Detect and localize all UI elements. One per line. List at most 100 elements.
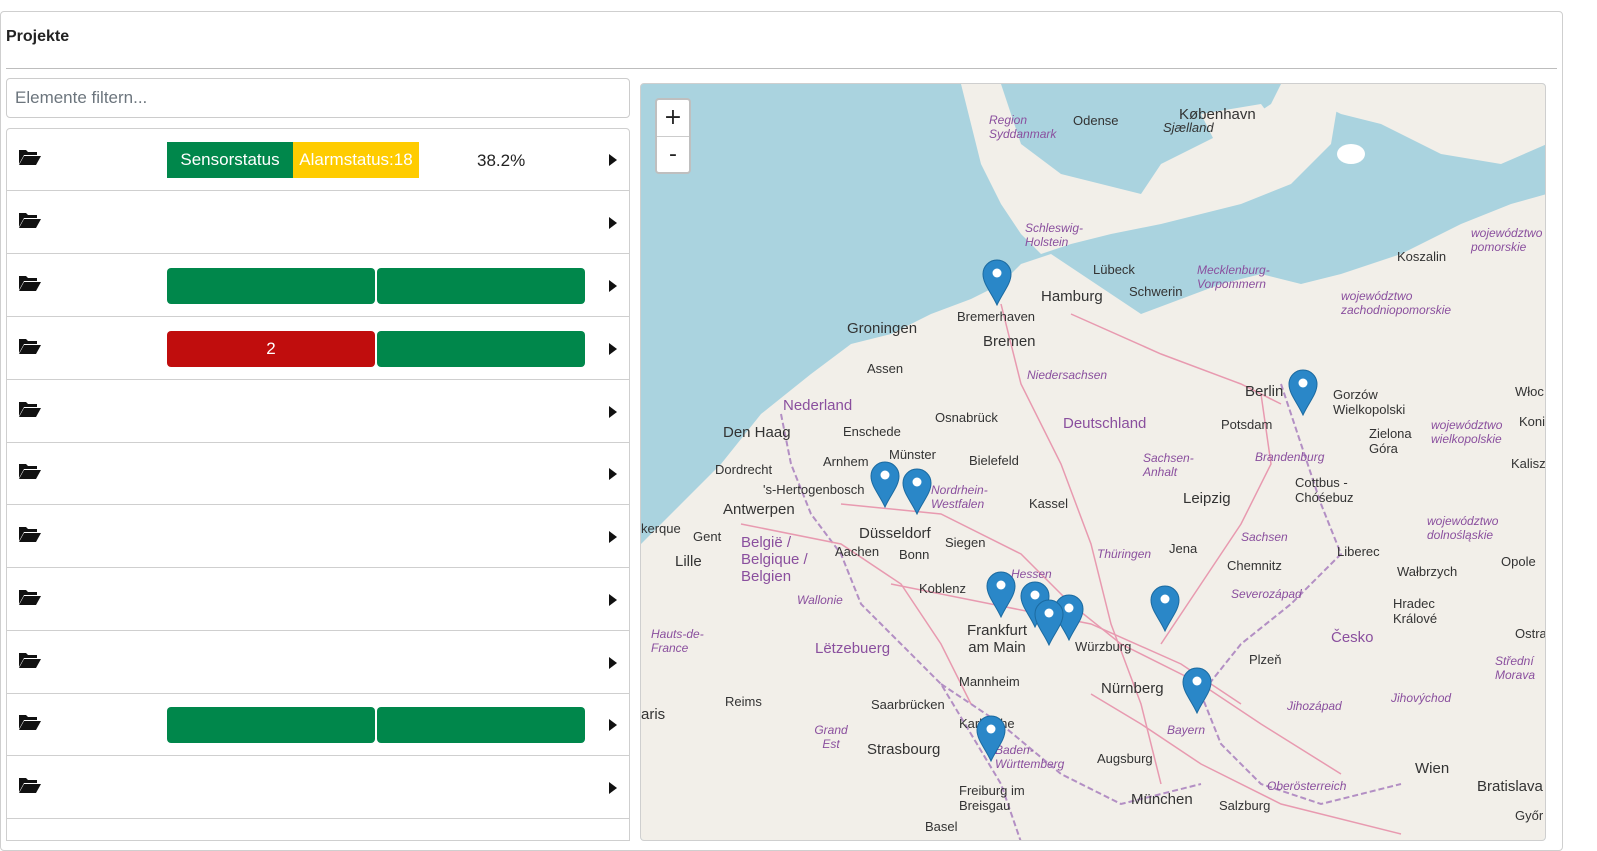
map-label: Arnhem xyxy=(823,454,869,469)
map-label: Region Syddanmark xyxy=(989,113,1057,141)
folder-open-icon xyxy=(19,715,41,730)
map-label: Severozápad xyxy=(1231,587,1302,601)
caret-right-icon xyxy=(609,594,617,606)
project-row[interactable] xyxy=(7,255,629,317)
project-row[interactable] xyxy=(7,694,629,756)
map-label: Assen xyxy=(867,361,904,376)
map-label: Česko xyxy=(1331,629,1374,646)
map-label: Strasbourg xyxy=(867,741,941,758)
map-label: Nordrhein-Westfalen xyxy=(931,483,988,511)
status-bar-right xyxy=(377,268,585,304)
project-row[interactable] xyxy=(7,757,629,819)
map-label: województwo dolnośląskie xyxy=(1427,514,1499,542)
map-label: Bratislava xyxy=(1477,778,1543,795)
map-marker-icon[interactable] xyxy=(981,258,1013,306)
map-label: Berlin xyxy=(1245,383,1284,400)
map-label: Schwerin xyxy=(1129,284,1183,299)
caret-right-icon xyxy=(609,280,617,292)
map-label: Freiburg im Breisgau xyxy=(959,783,1025,813)
map-base-layer xyxy=(641,84,1545,840)
map-label: Siegen xyxy=(945,535,986,550)
project-row[interactable] xyxy=(7,506,629,568)
map-label: Győr xyxy=(1515,808,1544,823)
caret-right-icon xyxy=(609,217,617,229)
map-marker-icon[interactable] xyxy=(869,460,901,508)
map-label: Grand Est xyxy=(814,723,848,751)
map-label: Bremen xyxy=(983,333,1036,350)
map-label: Kassel xyxy=(1029,496,1069,511)
map-label: Włoc xyxy=(1515,384,1544,399)
map-label: Plzeň xyxy=(1249,652,1282,667)
map-label: Sjælland xyxy=(1163,120,1214,135)
map-marker-icon[interactable] xyxy=(1287,368,1319,416)
project-row[interactable] xyxy=(7,632,629,694)
alarm-count-bar: 2 xyxy=(167,331,375,367)
map-label: België / Belgique / Belgien xyxy=(741,534,808,585)
map-label: Odense xyxy=(1073,113,1119,128)
map-label: Lübeck xyxy=(1093,262,1135,277)
map-label: Sachsen xyxy=(1241,530,1288,544)
map-label: Leipzig xyxy=(1183,490,1231,507)
map-label: Aachen xyxy=(835,544,880,559)
map-label: Gent xyxy=(693,529,722,544)
map-label: Wałbrzych xyxy=(1397,564,1458,579)
map-label: województwo pomorskie xyxy=(1471,226,1543,254)
map-label: Oberösterreich xyxy=(1267,779,1347,793)
map-label: Groningen xyxy=(847,320,918,337)
map-label: 's-Hertogenbosch xyxy=(763,482,865,497)
map-marker-icon[interactable] xyxy=(1033,598,1065,646)
map-label: Chemnitz xyxy=(1227,558,1282,573)
map-label: Niedersachsen xyxy=(1027,368,1108,382)
project-row[interactable]: 2 xyxy=(7,318,629,380)
caret-right-icon xyxy=(609,406,617,418)
sensor-status-bar: Sensorstatus xyxy=(167,142,293,178)
map-label: Potsdam xyxy=(1221,417,1273,432)
project-row[interactable] xyxy=(7,569,629,631)
map-label: Schleswig-Holstein xyxy=(1025,221,1084,249)
map-marker-icon[interactable] xyxy=(901,467,933,515)
project-row[interactable] xyxy=(7,381,629,443)
map-label: Osnabrück xyxy=(935,410,998,425)
status-bar-left xyxy=(167,707,375,743)
map-label: Kalisz xyxy=(1511,456,1546,471)
map-marker-icon[interactable] xyxy=(975,714,1007,762)
map-label: Thüringen xyxy=(1097,547,1152,561)
project-row[interactable]: Sensorstatus Alarmstatus:18 38.2% xyxy=(7,129,629,191)
map-label: Hradec Králové xyxy=(1393,596,1438,626)
project-list: Sensorstatus Alarmstatus:18 38.2% 2 xyxy=(6,128,630,841)
caret-right-icon xyxy=(609,468,617,480)
caret-right-icon xyxy=(609,657,617,669)
map-label: Den Haag xyxy=(723,424,791,441)
map-label: Zielona Góra xyxy=(1369,426,1412,456)
percent-value: 38.2% xyxy=(477,151,526,170)
title-divider xyxy=(6,68,1557,69)
status-bar-right xyxy=(377,707,585,743)
map-label: Hamburg xyxy=(1041,288,1103,305)
project-row[interactable] xyxy=(7,192,629,254)
project-row[interactable] xyxy=(7,443,629,505)
panel-title: Projekte xyxy=(6,28,70,45)
zoom-out-button[interactable]: - xyxy=(657,137,689,173)
map-label: aris xyxy=(641,706,666,723)
map-marker-icon[interactable] xyxy=(1149,584,1181,632)
map-label: Reims xyxy=(725,694,762,709)
map-label: Hauts-de-France xyxy=(651,627,704,655)
map-marker-icon[interactable] xyxy=(1181,666,1213,714)
map-marker-icon[interactable] xyxy=(985,570,1017,618)
map-label: Jihovýchod xyxy=(1391,691,1452,705)
map-label: województwo zachodniopomorskie xyxy=(1341,289,1452,317)
map-label: Nederland xyxy=(783,397,853,414)
map-label: Střední Morava xyxy=(1495,654,1536,682)
filter-input[interactable] xyxy=(6,78,630,118)
map-label: Koszalin xyxy=(1397,249,1447,264)
map-label: München xyxy=(1131,791,1193,808)
folder-open-icon xyxy=(19,150,41,165)
project-map[interactable]: + - København Odense Sjælland Region Syd… xyxy=(640,83,1546,841)
zoom-in-button[interactable]: + xyxy=(657,100,689,137)
folder-open-icon xyxy=(19,590,41,605)
project-row[interactable] xyxy=(7,820,629,840)
map-label: Wallonie xyxy=(797,593,843,607)
map-label: Koblenz xyxy=(919,581,966,596)
map-label: Opole xyxy=(1501,554,1536,569)
folder-open-icon xyxy=(19,778,41,793)
